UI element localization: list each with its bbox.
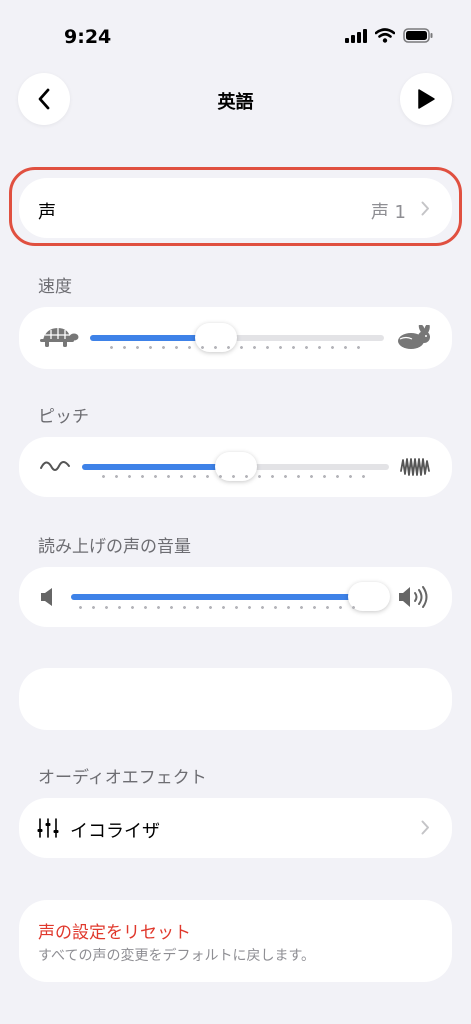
play-button[interactable] (400, 73, 452, 125)
volume-slider-fill (71, 594, 370, 600)
speaker-low-icon (41, 588, 52, 606)
speed-slider[interactable] (90, 323, 384, 352)
cellular-signal-icon (345, 28, 367, 43)
speed-tick-marks (105, 346, 369, 349)
voice-row-highlight (9, 167, 462, 246)
play-icon (418, 89, 435, 109)
status-icons (345, 28, 433, 43)
low-pitch-wave-icon (40, 461, 70, 471)
volume-label: 読み上げの声の音量 (38, 537, 191, 557)
volume-card (19, 567, 452, 627)
equalizer-row[interactable]: イコライザ (19, 798, 452, 858)
pitch-slider-fill (82, 464, 236, 470)
rabbit-icon (398, 325, 430, 349)
reset-voice-settings-button[interactable]: 声の設定をリセット すべての声の変更をデフォルトに戻します。 (19, 900, 452, 982)
high-pitch-wave-icon (400, 458, 430, 476)
chevron-right-icon (421, 820, 429, 835)
battery-icon (403, 28, 433, 43)
turtle-icon (40, 328, 79, 347)
pitch-slider[interactable] (82, 452, 389, 481)
volume-slider[interactable] (71, 582, 391, 611)
reset-title: 声の設定をリセット (38, 923, 191, 943)
equalizer-label: イコライザ (70, 821, 160, 842)
reset-subtitle: すべての声の変更をデフォルトに戻します。 (38, 948, 316, 964)
pitch-tick-marks (97, 475, 374, 478)
pitch-card (19, 437, 452, 497)
status-time: 9:24 (64, 26, 112, 48)
audio-effects-label: オーディオエフェクト (38, 768, 207, 788)
speed-label: 速度 (38, 277, 72, 297)
pitch-label: ピッチ (38, 407, 89, 427)
equalizer-icon (37, 818, 59, 838)
volume-tick-marks (74, 606, 364, 609)
speaker-high-icon (399, 586, 428, 608)
empty-card (19, 668, 452, 730)
speed-card (19, 307, 452, 369)
wifi-icon (375, 28, 395, 43)
